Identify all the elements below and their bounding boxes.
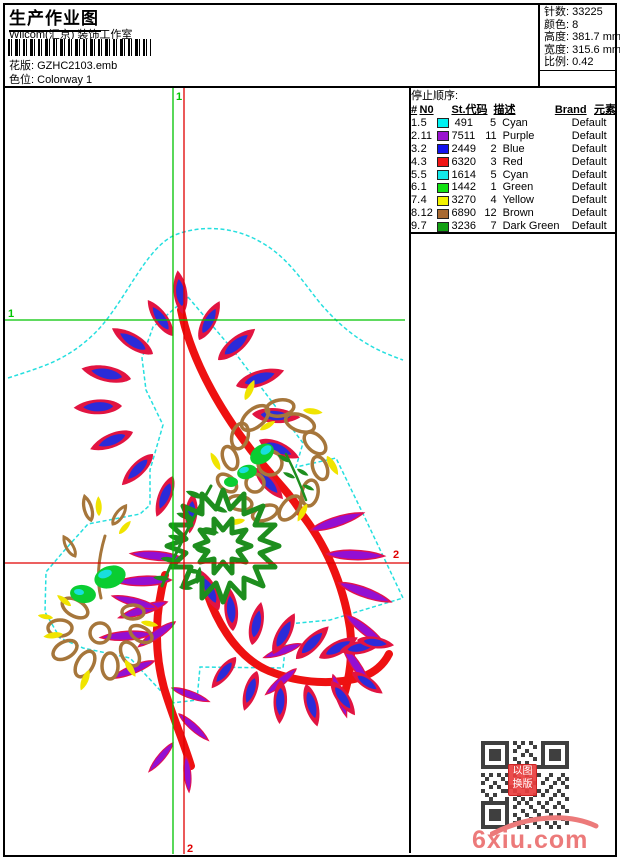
color-swatch bbox=[437, 118, 449, 129]
guide-mark-right: 2 bbox=[393, 549, 399, 561]
color-swatch bbox=[436, 195, 449, 206]
colorway-row: 色位: Colorway 1 bbox=[9, 71, 92, 87]
color-swatch bbox=[436, 208, 449, 219]
colorway-label: 色位: bbox=[9, 74, 35, 86]
info-box-left-border bbox=[538, 3, 540, 86]
watermark-site-text: 6xiu.com bbox=[472, 826, 589, 854]
embroidery-design-preview: 1 1 2 2 bbox=[5, 88, 409, 854]
color-swatch bbox=[436, 144, 449, 155]
stop-sequence-header: # N0 St. 代码 描述 Brand 元素 bbox=[411, 103, 616, 116]
stamp-text-line1: 以图 bbox=[512, 766, 533, 777]
colorway-value: Colorway 1 bbox=[37, 74, 93, 86]
height-row: 高度: 381.7 mm bbox=[544, 31, 620, 44]
table-row: 2. 11 7511 11 Purple Default bbox=[411, 129, 607, 142]
color-swatch bbox=[436, 170, 449, 180]
production-worksheet: 生产作业图 Wilcom(汇京) 装饰工作室 花版: GZHC2103.emb … bbox=[0, 0, 620, 860]
stamp-text-line2: 换版 bbox=[512, 779, 533, 790]
table-row: 4. 3 6320 3 Red Default bbox=[411, 155, 607, 168]
red-seal-stamp: 以图 换版 bbox=[508, 764, 537, 796]
color-swatch bbox=[436, 157, 449, 168]
table-row: 9. 7 3236 7 Dark Green Default bbox=[411, 220, 607, 233]
color-swatch bbox=[436, 131, 449, 142]
color-swatch bbox=[436, 182, 449, 193]
stop-sequence-title: 停止顺序: bbox=[411, 90, 459, 102]
info-box-bottom-border bbox=[540, 70, 615, 71]
table-row: 5. 5 1614 5 Cyan Default bbox=[411, 168, 607, 181]
top-flower bbox=[73, 269, 302, 534]
stop-sequence-table: 停止顺序: # N0 St. 代码 描述 Brand 元素 1. 5 491 5 C… bbox=[411, 90, 616, 233]
guide-mark-left: 1 bbox=[8, 308, 14, 320]
width-row: 宽度: 315.6 mm bbox=[544, 43, 620, 56]
table-row: 7. 4 3270 4 Yellow Default bbox=[411, 194, 607, 207]
table-row: 1. 5 491 5 Cyan Default bbox=[411, 117, 607, 129]
barcode bbox=[8, 39, 151, 56]
table-row: 8. 12 6890 12 Brown Default bbox=[411, 207, 607, 220]
color-count-row: 颜色: 8 bbox=[544, 18, 579, 31]
design-info-box: 针数: 33225 颜色: 8 高度: 381.7 mm 宽度: 315.6 m… bbox=[544, 6, 620, 69]
guide-mark-top: 1 bbox=[176, 91, 182, 103]
brown-branch-cluster-bottom-left bbox=[37, 494, 159, 692]
stitch-count-row: 针数: 33225 bbox=[544, 6, 603, 18]
scale-row: 比例: 0.42 bbox=[544, 56, 594, 69]
table-row: 3. 2 2449 2 Blue Default bbox=[411, 142, 607, 155]
guide-mark-bottom: 2 bbox=[187, 843, 193, 854]
color-swatch bbox=[436, 221, 449, 232]
table-row: 6. 1 1442 1 Green Default bbox=[411, 181, 607, 194]
design-guide-curve bbox=[7, 227, 404, 379]
